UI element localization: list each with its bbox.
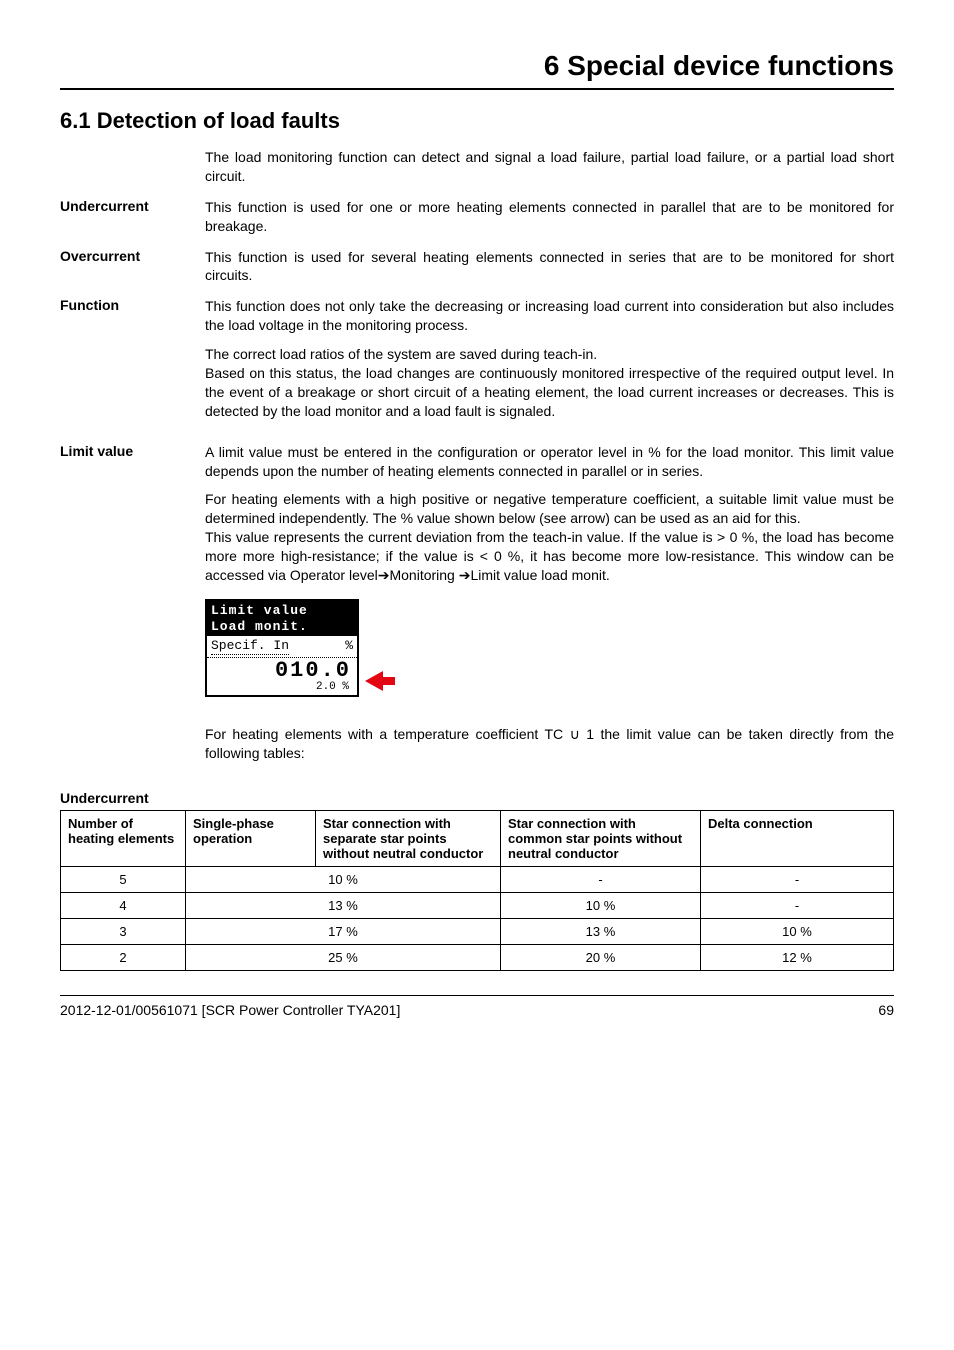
function-p2: The correct load ratios of the system ar…	[205, 345, 894, 421]
cell-n: 2	[61, 945, 186, 971]
lcd-line1: Limit value	[211, 603, 353, 619]
lcd-value: 010.0	[207, 658, 357, 682]
cell-b: 10 %	[501, 893, 701, 919]
function-text: This function does not only take the dec…	[205, 297, 894, 430]
function-p1: This function does not only take the dec…	[205, 297, 894, 335]
th-delta: Delta connection	[701, 811, 894, 867]
table-row: 4 13 % 10 % -	[61, 893, 894, 919]
table-heading: Undercurrent	[60, 790, 894, 806]
cell-a: 25 %	[186, 945, 501, 971]
cell-c: -	[701, 867, 894, 893]
lcd-specif-row: Specif. In %	[207, 636, 357, 658]
th-single: Single-phase operation	[186, 811, 316, 867]
th-star-common: Star connection with common star points …	[501, 811, 701, 867]
cell-c: 12 %	[701, 945, 894, 971]
undercurrent-table: Number of heating elements Single-phase …	[60, 810, 894, 971]
table-row: 2 25 % 20 % 12 %	[61, 945, 894, 971]
intro-label	[60, 148, 205, 186]
cell-n: 5	[61, 867, 186, 893]
after-lcd: For heating elements with a temperature …	[205, 725, 894, 763]
limit-label: Limit value	[60, 443, 205, 773]
overcurrent-label: Overcurrent	[60, 248, 205, 286]
th-star-sep: Star connection with separate star point…	[316, 811, 501, 867]
lcd-header: Limit value Load monit.	[207, 601, 357, 636]
cell-a: 10 %	[186, 867, 501, 893]
overcurrent-text: This function is used for several heatin…	[205, 248, 894, 286]
undercurrent-label: Undercurrent	[60, 198, 205, 236]
lcd-sub: 2.0 %	[207, 682, 357, 695]
chapter-title: 6 Special device functions	[60, 50, 894, 90]
cell-a: 17 %	[186, 919, 501, 945]
footer-page: 69	[878, 1002, 894, 1018]
footer-left: 2012-12-01/00561071 [SCR Power Controlle…	[60, 1002, 400, 1018]
cell-c: 10 %	[701, 919, 894, 945]
th-number: Number of heating elements	[61, 811, 186, 867]
intro-row: The load monitoring function can detect …	[60, 148, 894, 186]
page-footer: 2012-12-01/00561071 [SCR Power Controlle…	[60, 995, 894, 1018]
function-label: Function	[60, 297, 205, 430]
undercurrent-row: Undercurrent This function is used for o…	[60, 198, 894, 236]
cell-a: 13 %	[186, 893, 501, 919]
limit-p1: A limit value must be entered in the con…	[205, 443, 894, 481]
undercurrent-text: This function is used for one or more he…	[205, 198, 894, 236]
lcd-specif: Specif. In	[211, 638, 289, 655]
cell-b: -	[501, 867, 701, 893]
cell-n: 3	[61, 919, 186, 945]
table-header-row: Number of heating elements Single-phase …	[61, 811, 894, 867]
lcd-line2: Load monit.	[211, 619, 353, 635]
cell-n: 4	[61, 893, 186, 919]
limit-p2: For heating elements with a high positiv…	[205, 490, 894, 584]
cell-b: 13 %	[501, 919, 701, 945]
limit-row: Limit value A limit value must be entere…	[60, 443, 894, 773]
cell-b: 20 %	[501, 945, 701, 971]
limit-text: A limit value must be entered in the con…	[205, 443, 894, 773]
function-row: Function This function does not only tak…	[60, 297, 894, 430]
cell-c: -	[701, 893, 894, 919]
table-row: 3 17 % 13 % 10 %	[61, 919, 894, 945]
overcurrent-row: Overcurrent This function is used for se…	[60, 248, 894, 286]
arrow-stem	[381, 677, 395, 685]
page: 6 Special device functions 6.1 Detection…	[0, 0, 954, 1048]
intro-text: The load monitoring function can detect …	[205, 148, 894, 186]
section-title: 6.1 Detection of load faults	[60, 108, 894, 134]
table-row: 5 10 % - -	[61, 867, 894, 893]
lcd-display: Limit value Load monit. Specif. In % 010…	[205, 599, 359, 697]
lcd-unit: %	[345, 638, 353, 655]
